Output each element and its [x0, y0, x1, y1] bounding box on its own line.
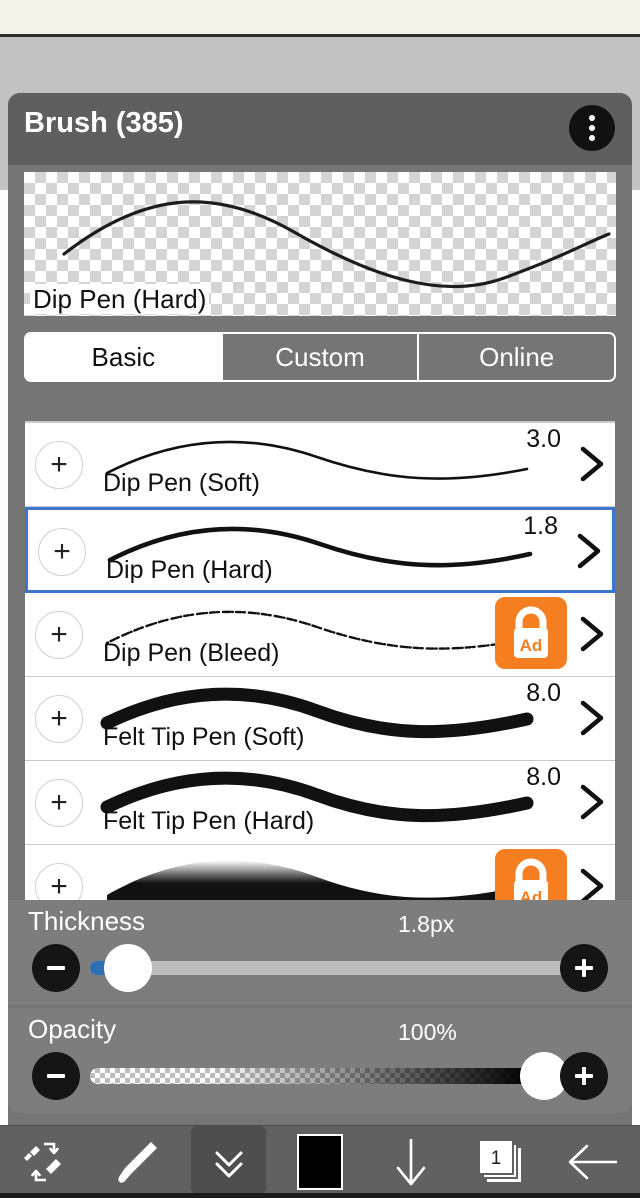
page-title: Brush (385) — [24, 107, 184, 139]
brush-preview[interactable]: Dip Pen (Hard) — [24, 172, 616, 316]
plus-icon — [575, 1067, 593, 1085]
layers-button[interactable]: 1 — [457, 1126, 548, 1198]
swap-pen-eraser-button[interactable] — [0, 1126, 91, 1198]
brush-tool-button[interactable] — [91, 1126, 182, 1198]
opacity-decrease-button[interactable] — [32, 1052, 80, 1100]
layer-count: 1 — [491, 1148, 502, 1169]
chevron-right-icon[interactable] — [577, 783, 607, 821]
opacity-slider-block: Opacity 100% — [8, 1008, 632, 1113]
brush-list[interactable]: + Dip Pen (Soft) 3.0 + Dip Pen (Hard) 1.… — [25, 421, 615, 909]
minus-icon — [47, 966, 65, 970]
add-brush-icon[interactable]: + — [35, 441, 83, 489]
back-button[interactable] — [549, 1126, 640, 1198]
brush-panel-header: Brush (385) — [8, 93, 632, 165]
opacity-track[interactable] — [90, 1068, 568, 1084]
double-chevron-down-icon — [215, 1151, 243, 1178]
thickness-slider-block: Thickness 1.8px — [8, 900, 632, 1005]
brush-name: Dip Pen (Hard) — [106, 556, 273, 584]
add-brush-icon[interactable]: + — [38, 528, 86, 576]
kebab-menu-icon[interactable] — [569, 105, 615, 151]
kebab-dot — [589, 135, 595, 141]
layers-icon: 1 — [475, 1134, 531, 1190]
thickness-value: 1.8px — [398, 911, 455, 937]
collapse-panel-button[interactable] — [183, 1126, 274, 1198]
add-brush-icon[interactable]: + — [35, 779, 83, 827]
thickness-increase-button[interactable] — [560, 944, 608, 992]
chevron-right-icon[interactable] — [577, 699, 607, 737]
thickness-label: Thickness — [28, 906, 146, 936]
brush-icon — [118, 1142, 158, 1183]
thickness-slider[interactable] — [90, 944, 568, 992]
svg-text:Ad: Ad — [520, 636, 543, 655]
brush-size: 3.0 — [526, 425, 561, 453]
color-swatch-black[interactable] — [296, 1134, 343, 1190]
lock-ad-icon: Ad — [514, 606, 548, 658]
table-row[interactable]: + Dip Pen (Hard) 1.8 — [25, 507, 615, 593]
add-brush-icon[interactable]: + — [35, 695, 83, 743]
brush-name: Dip Pen (Soft) — [103, 469, 261, 497]
arrow-down-icon — [397, 1139, 426, 1186]
brush-size: 1.8 — [523, 512, 558, 540]
chevron-right-icon[interactable] — [574, 532, 604, 570]
color-swatch-button[interactable] — [274, 1126, 365, 1198]
brush-size: 8.0 — [526, 679, 561, 707]
plus-icon — [575, 959, 593, 977]
opacity-increase-button[interactable] — [560, 1052, 608, 1100]
opacity-label: Opacity — [28, 1014, 117, 1044]
brush-category-tabs: Basic Custom Online — [24, 332, 616, 382]
chevron-right-icon[interactable] — [577, 615, 607, 653]
kebab-dot — [589, 115, 595, 121]
download-button[interactable] — [366, 1126, 457, 1198]
tab-custom[interactable]: Custom — [223, 334, 420, 380]
table-row[interactable]: + Dip Pen (Soft) 3.0 — [25, 423, 615, 507]
toolbar-foot — [0, 1193, 640, 1198]
brush-name: Felt Tip Pen (Hard) — [103, 807, 315, 835]
app-screen: Brush (385) Dip Pen (Hard) Basic Custom … — [0, 0, 640, 1198]
brush-size: 8.0 — [526, 763, 561, 791]
brush-name: Felt Tip Pen (Soft) — [103, 723, 305, 751]
preview-brush-name: Dip Pen (Hard) — [30, 284, 210, 314]
chevron-right-icon[interactable] — [577, 445, 607, 483]
table-row[interactable]: + Dip Pen (Bleed) Ad — [25, 593, 615, 677]
canvas-top-strip — [0, 0, 640, 34]
add-brush-icon[interactable]: + — [35, 611, 83, 659]
table-row[interactable]: + Felt Tip Pen (Hard) 8.0 — [25, 761, 615, 845]
pen-eraser-swap-icon — [23, 1142, 61, 1182]
thickness-thumb[interactable] — [104, 944, 152, 992]
arrow-left-icon — [568, 1144, 618, 1180]
bottom-toolbar: 1 — [0, 1125, 640, 1198]
tab-basic[interactable]: Basic — [26, 334, 223, 380]
thickness-decrease-button[interactable] — [32, 944, 80, 992]
opacity-value: 100% — [398, 1019, 457, 1045]
thickness-track[interactable] — [90, 961, 568, 975]
tab-online[interactable]: Online — [419, 334, 614, 380]
minus-icon — [47, 1074, 65, 1078]
opacity-slider[interactable] — [90, 1052, 568, 1100]
table-row[interactable]: + Felt Tip Pen (Soft) 8.0 — [25, 677, 615, 761]
ad-lock-badge[interactable]: Ad — [495, 597, 567, 669]
kebab-dot — [589, 125, 595, 131]
brush-name: Dip Pen (Bleed) — [103, 639, 280, 667]
